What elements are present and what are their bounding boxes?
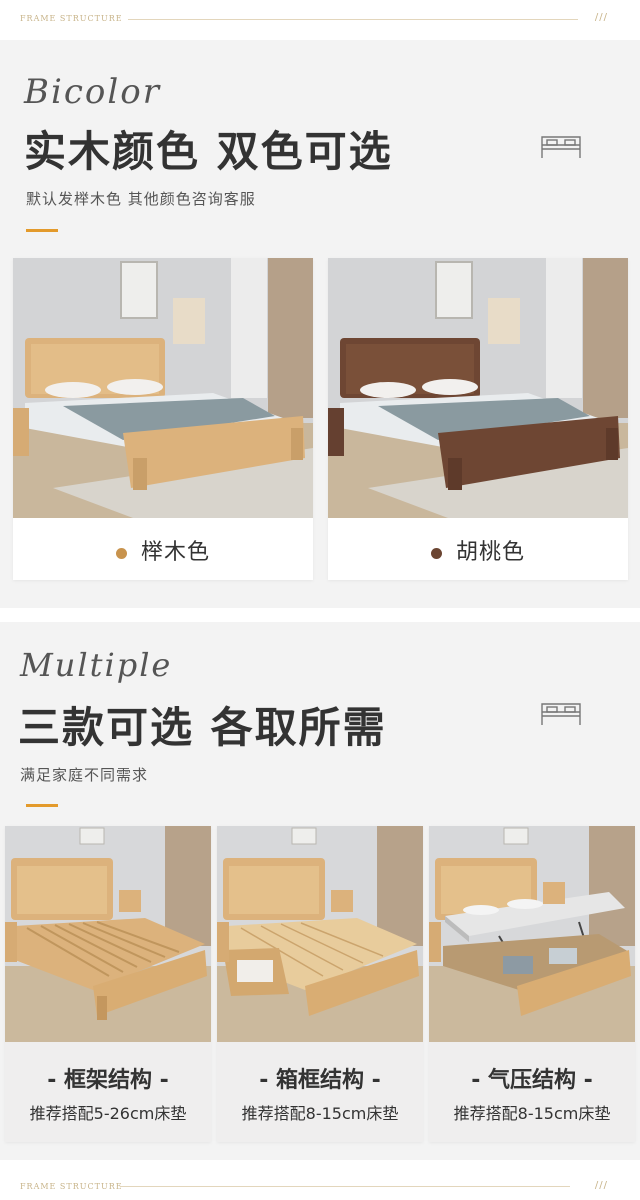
structure-card-frame[interactable]: - 框架结构 - 推荐搭配5-26cm床垫 [5, 826, 211, 1142]
structure-card-gas-lift[interactable]: - 气压结构 - 推荐搭配8-15cm床垫 [429, 826, 635, 1142]
section1-title: 实木颜色 双色可选 [24, 127, 393, 176]
structure-mattress-box: 推荐搭配8-15cm床垫 [241, 1104, 399, 1123]
structure-mattress-gas-lift: 推荐搭配8-15cm床垫 [453, 1104, 611, 1123]
structure-name-gas-lift: - 气压结构 - [471, 1068, 593, 1093]
section1-subtitle: 默认发榉木色 其他颜色咨询客服 [26, 190, 256, 208]
structure-name-frame: - 框架结构 - [47, 1068, 169, 1093]
bed-photo-gas-lift-structure [429, 826, 635, 1042]
structure-card-box[interactable]: - 箱框结构 - 推荐搭配8-15cm床垫 [217, 826, 423, 1142]
beech-color-dot [115, 547, 127, 559]
color-option-card-beech[interactable]: 榉木色 [13, 258, 313, 580]
section2-subtitle: 满足家庭不同需求 [20, 766, 149, 784]
color-name-walnut: 胡桃色 [455, 540, 525, 565]
bed-icon [541, 703, 581, 725]
bed-photo-frame-structure [5, 826, 211, 1042]
bed-photo-box-structure [217, 826, 423, 1042]
accent-bar [26, 229, 58, 232]
slash-decoration: /// [594, 12, 608, 23]
section2-english-title: Multiple [20, 646, 173, 684]
frame-structure-label: FRAME STRUCTURE [20, 1182, 123, 1191]
section2-title: 三款可选 各取所需 [18, 703, 387, 752]
frame-structure-label: FRAME STRUCTURE [20, 14, 123, 23]
divider-line [128, 19, 578, 20]
accent-bar [26, 804, 58, 807]
bed-photo-beech [13, 258, 313, 518]
slash-decoration: /// [594, 1180, 608, 1191]
divider-line [120, 1186, 570, 1187]
section1-english-title: Bicolor [24, 72, 161, 112]
walnut-color-dot [430, 547, 442, 559]
color-option-card-walnut[interactable]: 胡桃色 [328, 258, 628, 580]
bottom-bar: FRAME STRUCTURE /// [0, 1160, 640, 1200]
bed-photo-walnut [328, 258, 628, 518]
color-name-beech: 榉木色 [140, 540, 210, 565]
top-bar: FRAME STRUCTURE /// [0, 0, 640, 40]
bed-icon [541, 136, 581, 158]
structure-name-box: - 箱框结构 - [259, 1068, 381, 1093]
structure-mattress-frame: 推荐搭配5-26cm床垫 [29, 1104, 187, 1123]
section-divider [0, 608, 640, 622]
